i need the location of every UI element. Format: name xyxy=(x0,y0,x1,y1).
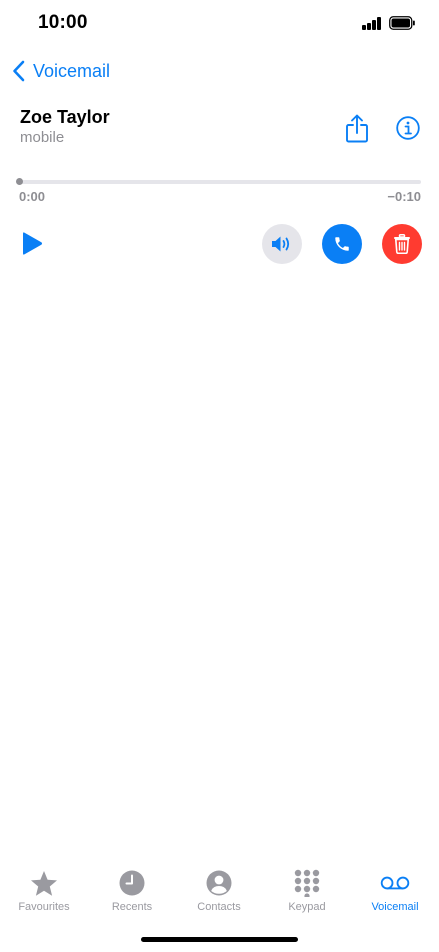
play-button[interactable] xyxy=(21,231,43,256)
tab-label: Recents xyxy=(111,901,153,913)
tab-recents[interactable]: Recents xyxy=(88,860,176,916)
person-icon xyxy=(206,870,232,896)
clock-icon xyxy=(119,870,145,896)
scrubber-knob[interactable] xyxy=(16,178,23,185)
info-icon xyxy=(396,116,420,140)
back-button[interactable]: Voicemail xyxy=(12,58,110,84)
playback-scrubber[interactable] xyxy=(19,180,421,184)
call-back-button[interactable] xyxy=(322,224,362,264)
battery-icon xyxy=(389,16,415,30)
chevron-left-icon xyxy=(13,60,25,82)
cellular-signal-icon xyxy=(362,17,382,30)
speaker-button[interactable] xyxy=(262,224,302,264)
play-icon xyxy=(23,232,43,255)
info-button[interactable] xyxy=(396,116,420,140)
tab-label: Favourites xyxy=(18,901,70,913)
tab-label: Voicemail xyxy=(371,901,419,913)
contact-name: Zoe Taylor xyxy=(20,107,110,127)
tab-favourites[interactable]: Favourites xyxy=(0,860,88,916)
share-button[interactable] xyxy=(344,114,370,144)
elapsed-time: 0:00 xyxy=(19,189,46,204)
trash-icon xyxy=(394,234,410,254)
delete-button[interactable] xyxy=(382,224,422,264)
status-time: 10:00 xyxy=(38,12,88,33)
keypad-icon xyxy=(294,869,320,897)
voicemail-icon xyxy=(380,876,410,890)
star-icon xyxy=(31,870,57,896)
home-indicator[interactable] xyxy=(141,937,298,942)
phone-icon xyxy=(335,237,349,251)
back-button-label: Voicemail xyxy=(33,60,111,81)
remaining-time: −0:10 xyxy=(387,189,421,204)
tab-contacts[interactable]: Contacts xyxy=(175,860,263,916)
number-type: mobile xyxy=(20,129,65,146)
tab-bar: Favourites Recents Contacts Keypad Voice… xyxy=(0,860,439,920)
speaker-icon xyxy=(272,236,290,252)
tab-label: Keypad xyxy=(288,901,326,913)
share-icon xyxy=(346,114,368,143)
tab-keypad[interactable]: Keypad xyxy=(263,860,351,916)
tab-voicemail[interactable]: Voicemail xyxy=(351,860,439,916)
tab-label: Contacts xyxy=(197,901,241,913)
